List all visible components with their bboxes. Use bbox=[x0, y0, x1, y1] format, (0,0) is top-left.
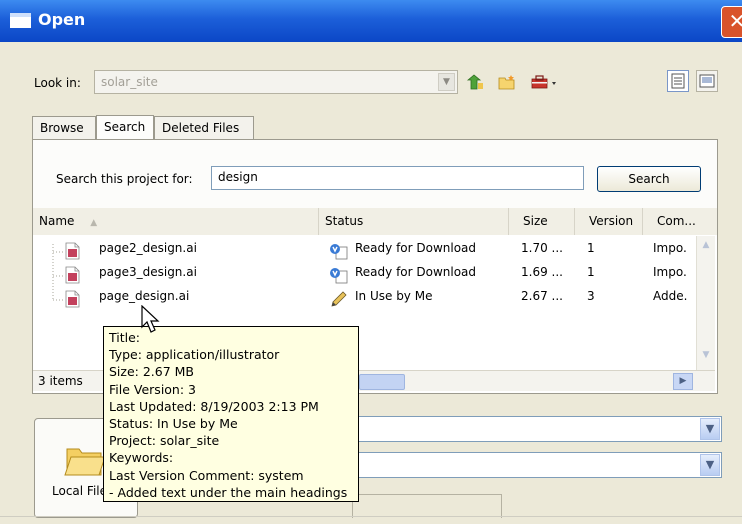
table-row[interactable]: page2_design.ai Ready for Download 1.70 … bbox=[33, 236, 717, 260]
file-size: 1.70 ... bbox=[521, 241, 563, 255]
illustrator-file-icon bbox=[65, 290, 80, 308]
column-header-version[interactable]: Version bbox=[575, 208, 643, 235]
scroll-thumb[interactable] bbox=[359, 374, 405, 390]
new-folder-icon[interactable] bbox=[498, 74, 516, 90]
column-header-comment[interactable]: Com... bbox=[643, 208, 717, 235]
file-type-combo[interactable]: ▼ bbox=[356, 452, 722, 478]
tools-icon[interactable] bbox=[530, 74, 560, 90]
file-status: Ready for Download bbox=[355, 265, 477, 279]
file-version: 1 bbox=[587, 265, 595, 279]
details-view-button[interactable] bbox=[667, 70, 689, 92]
file-name: page2_design.ai bbox=[99, 241, 197, 255]
open-dialog: Open ✕ Look in: solar_site ▼ Browse Sear… bbox=[0, 0, 742, 524]
tooltip-line: Type: application/illustrator bbox=[109, 347, 280, 363]
illustrator-file-icon bbox=[65, 242, 80, 260]
tab-deleted-files[interactable]: Deleted Files bbox=[154, 116, 254, 139]
options-panel bbox=[352, 494, 502, 518]
vertical-scrollbar[interactable]: ▲ ▼ bbox=[696, 236, 715, 370]
file-status: Ready for Download bbox=[355, 241, 477, 255]
window-title: Open bbox=[38, 10, 86, 29]
tooltip-line: File Version: 3 bbox=[109, 381, 196, 397]
search-label: Search this project for: bbox=[56, 172, 193, 186]
chevron-down-icon[interactable]: ▼ bbox=[700, 454, 720, 476]
tooltip-line: Size: 2.67 MB bbox=[109, 364, 195, 380]
file-status: In Use by Me bbox=[355, 289, 433, 303]
scroll-right-icon[interactable]: ▶ bbox=[673, 373, 693, 390]
close-button[interactable]: ✕ bbox=[721, 6, 742, 38]
file-version: 3 bbox=[587, 289, 595, 303]
thumbnail-view-icon bbox=[699, 74, 715, 88]
table-row[interactable]: page3_design.ai Ready for Download 1.69 … bbox=[33, 260, 717, 284]
pencil-icon bbox=[331, 291, 347, 307]
title-bar[interactable]: Open ✕ bbox=[0, 0, 742, 42]
sort-asc-icon: ▲ bbox=[90, 218, 98, 228]
tree-lines bbox=[52, 244, 64, 301]
illustrator-file-icon bbox=[65, 266, 80, 284]
file-size: 1.69 ... bbox=[521, 265, 563, 279]
column-header-size[interactable]: Size bbox=[509, 208, 575, 235]
mouse-cursor-icon bbox=[141, 305, 160, 333]
download-icon bbox=[330, 244, 348, 260]
tooltip-line: Project: solar_site bbox=[109, 433, 220, 449]
local-folder-icon bbox=[64, 448, 106, 476]
thumbnail-view-button[interactable] bbox=[696, 70, 718, 92]
look-in-label: Look in: bbox=[34, 76, 81, 90]
column-header-name[interactable]: Name ▲ bbox=[33, 208, 319, 235]
search-button[interactable]: Search bbox=[597, 166, 701, 192]
divider bbox=[0, 516, 742, 517]
tooltip-line: Last Version Comment: system bbox=[109, 467, 304, 483]
look-in-select[interactable]: solar_site ▼ bbox=[94, 70, 458, 94]
file-comment: Impo. bbox=[653, 265, 687, 279]
tooltip-line: - Added text under the main headings bbox=[109, 484, 348, 500]
scroll-down-icon[interactable]: ▼ bbox=[699, 350, 713, 364]
look-in-value: solar_site bbox=[101, 75, 158, 89]
file-comment: Impo. bbox=[653, 241, 687, 255]
chevron-down-icon[interactable]: ▼ bbox=[700, 418, 720, 440]
up-folder-icon[interactable] bbox=[466, 74, 484, 90]
items-count: 3 items bbox=[38, 374, 83, 388]
file-name: page3_design.ai bbox=[99, 265, 197, 279]
details-view-icon bbox=[671, 73, 685, 89]
tab-browse[interactable]: Browse bbox=[32, 116, 96, 139]
table-row[interactable]: page_design.ai In Use by Me 2.67 ... 3 A… bbox=[33, 284, 717, 308]
tooltip-line: Last Updated: 8/19/2003 2:13 PM bbox=[109, 398, 319, 414]
column-header-status[interactable]: Status bbox=[319, 208, 509, 235]
file-info-tooltip: Title: Type: application/illustrator Siz… bbox=[103, 326, 359, 502]
chevron-down-icon[interactable]: ▼ bbox=[438, 73, 455, 91]
download-icon bbox=[330, 268, 348, 284]
file-comment: Adde. bbox=[653, 289, 688, 303]
tab-search[interactable]: Search bbox=[96, 115, 154, 140]
search-input[interactable]: design bbox=[211, 166, 584, 190]
file-name-combo[interactable]: ▼ bbox=[356, 416, 722, 442]
tooltip-line: Keywords: bbox=[109, 450, 174, 466]
file-size: 2.67 ... bbox=[521, 289, 563, 303]
file-version: 1 bbox=[587, 241, 595, 255]
window-icon bbox=[10, 13, 31, 28]
column-name-label: Name bbox=[39, 214, 75, 228]
scroll-up-icon[interactable]: ▲ bbox=[699, 240, 713, 254]
tooltip-line: Status: In Use by Me bbox=[109, 416, 238, 432]
